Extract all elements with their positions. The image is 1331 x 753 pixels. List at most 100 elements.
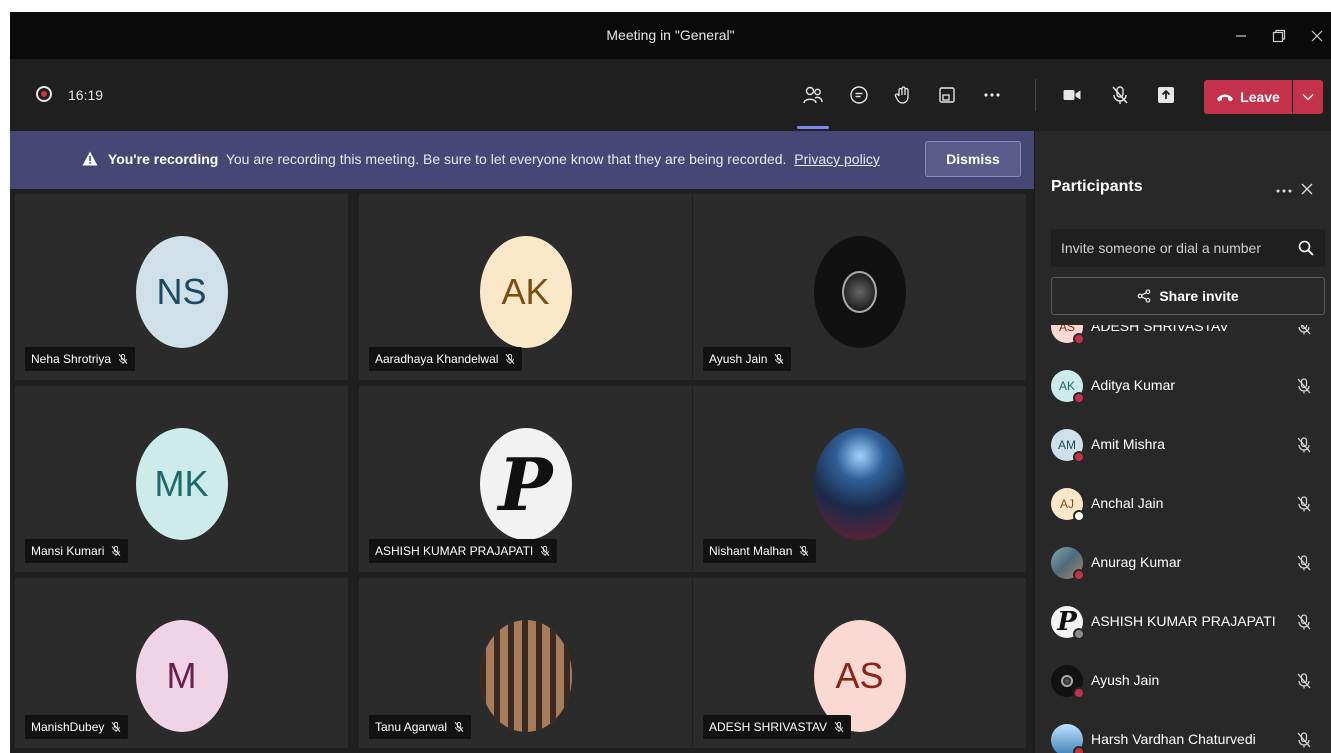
- participant-mic-button[interactable]: [1295, 731, 1313, 749]
- participant-mic-button[interactable]: [1295, 377, 1313, 395]
- video-tile[interactable]: AS ADESH SHRIVASTAV: [693, 578, 1026, 748]
- maximize-button[interactable]: [1261, 12, 1297, 59]
- dismiss-button[interactable]: Dismiss: [925, 141, 1021, 177]
- invite-search-input[interactable]: [1051, 229, 1325, 267]
- participant-avatar: P: [479, 428, 572, 540]
- leave-label: Leave: [1240, 89, 1280, 105]
- teams-meeting-window: Meeting in "General" 16:19 Leave You're …: [10, 12, 1331, 753]
- leave-options-dropdown[interactable]: [1293, 80, 1323, 114]
- participant-list-item[interactable]: AS ADESH SHRIVASTAV: [1035, 325, 1331, 356]
- mic-off-icon: [118, 353, 128, 364]
- letter-p-logo-icon: P: [498, 441, 553, 527]
- video-tile[interactable]: Ayush Jain: [693, 194, 1026, 380]
- mic-off-icon: [1297, 378, 1311, 394]
- participant-name: ADESH SHRIVASTAV: [709, 720, 828, 734]
- participant-list: AS ADESH SHRIVASTAV AK Aditya Kumar AM Amit M…: [1035, 325, 1331, 753]
- participant-mic-button[interactable]: [1295, 325, 1313, 336]
- raise-hand-button[interactable]: [887, 79, 919, 111]
- participant-list-item[interactable]: AJ Anchal Jain: [1035, 474, 1331, 533]
- participant-name: Harsh Vardhan Chaturvedi: [1091, 731, 1256, 747]
- participant-list-item[interactable]: Anurag Kumar: [1035, 533, 1331, 592]
- recording-notice: You're recording You are recording this …: [82, 151, 880, 167]
- video-grid: NS Neha Shrotriya AK Aaradhaya Khandelwal Ay…: [10, 189, 1034, 753]
- participant-name-tag: Ayush Jain: [703, 347, 792, 371]
- mic-off-icon: [1298, 325, 1311, 335]
- close-window-button[interactable]: [1299, 12, 1331, 59]
- panel-more-button[interactable]: [1275, 181, 1295, 197]
- participant-list-item[interactable]: P ASHISH KUMAR PRAJAPATI: [1035, 592, 1331, 651]
- show-conversation-button[interactable]: [843, 79, 875, 111]
- privacy-policy-link[interactable]: Privacy policy: [794, 151, 880, 167]
- night-portrait-image: [813, 428, 906, 540]
- presence-status-icon: [1073, 687, 1085, 699]
- search-icon[interactable]: [1297, 239, 1315, 257]
- mic-toggle-button[interactable]: [1104, 79, 1136, 111]
- mic-off-icon: [1297, 437, 1311, 453]
- window-portrait-image: [479, 620, 572, 732]
- camera-toggle-button[interactable]: [1056, 79, 1088, 111]
- active-tab-indicator: [797, 126, 829, 129]
- participant-mic-button[interactable]: [1295, 554, 1313, 572]
- breakout-rooms-button[interactable]: [931, 79, 963, 111]
- participant-list-item[interactable]: AK Aditya Kumar: [1035, 356, 1331, 415]
- mic-off-icon: [1112, 86, 1128, 104]
- participant-name: Mansi Kumari: [31, 544, 105, 558]
- more-actions-button[interactable]: [976, 79, 1008, 111]
- video-tile[interactable]: P ASHISH KUMAR PRAJAPATI: [359, 386, 692, 572]
- participant-name-tag: ManishDubey: [25, 715, 129, 739]
- participant-name: Nishant Malhan: [709, 544, 793, 558]
- window-title: Meeting in "General": [606, 27, 735, 43]
- participant-list-item[interactable]: Harsh Vardhan Chaturvedi: [1035, 710, 1331, 753]
- participant-mic-button[interactable]: [1295, 495, 1313, 513]
- video-tile[interactable]: Nishant Malhan: [693, 386, 1026, 572]
- presence-status-icon: [1073, 628, 1085, 640]
- show-participants-button[interactable]: [797, 79, 829, 111]
- participant-list-item[interactable]: AM Amit Mishra: [1035, 415, 1331, 474]
- recording-message: You are recording this meeting. Be sure …: [225, 151, 787, 167]
- share-icon: [1137, 289, 1151, 303]
- minimize-button[interactable]: [1223, 12, 1259, 59]
- mic-off-icon: [1297, 555, 1311, 571]
- more-icon: [984, 93, 1000, 97]
- meeting-toolbar: 16:19 Leave: [10, 59, 1331, 131]
- video-tile[interactable]: MK Mansi Kumari: [15, 386, 348, 572]
- participant-mic-button[interactable]: [1295, 613, 1313, 631]
- rooms-icon: [939, 87, 955, 103]
- participant-avatar: MK: [135, 428, 228, 540]
- video-tile[interactable]: AK Aaradhaya Khandelwal: [359, 194, 692, 380]
- chevron-down-icon: [1302, 94, 1314, 101]
- participant-mic-button[interactable]: [1295, 672, 1313, 690]
- share-content-button[interactable]: [1150, 79, 1182, 111]
- participant-name-tag: Mansi Kumari: [25, 539, 129, 563]
- panel-close-button[interactable]: [1299, 181, 1319, 201]
- participant-avatar: [813, 236, 906, 348]
- people-icon: [803, 86, 823, 104]
- video-tile[interactable]: Tanu Agarwal: [359, 578, 692, 748]
- participant-avatar: AK: [479, 236, 572, 348]
- mic-off-icon: [1297, 496, 1311, 512]
- presence-status-icon: [1073, 569, 1085, 581]
- panel-title: Participants: [1051, 178, 1143, 195]
- minimize-icon: [1236, 34, 1246, 37]
- leave-button[interactable]: Leave: [1204, 80, 1292, 114]
- participant-name: ASHISH KUMAR PRAJAPATI: [1091, 613, 1276, 629]
- participant-name: ASHISH KUMAR PRAJAPATI: [375, 544, 534, 558]
- participant-avatar: [813, 428, 906, 540]
- participant-name-tag: Nishant Malhan: [703, 539, 817, 563]
- participant-name: Tanu Agarwal: [375, 720, 448, 734]
- phone-icon: [1217, 94, 1234, 102]
- participant-list-item[interactable]: Ayush Jain: [1035, 651, 1331, 710]
- participant-avatar: [479, 620, 572, 732]
- participant-name: Anchal Jain: [1091, 495, 1164, 511]
- participant-mic-button[interactable]: [1295, 436, 1313, 454]
- video-tile[interactable]: M ManishDubey: [15, 578, 348, 748]
- participant-name: ADESH SHRIVASTAV: [1091, 325, 1229, 334]
- video-tile[interactable]: NS Neha Shrotriya: [15, 194, 348, 380]
- participant-name: Amit Mishra: [1091, 436, 1165, 452]
- presence-status-icon: [1073, 451, 1085, 463]
- participant-name-tag: Tanu Agarwal: [369, 715, 472, 739]
- toolbar-divider: [1035, 79, 1036, 111]
- participants-panel: Participants Share invite ASADESH SHRIVA…: [1034, 131, 1331, 753]
- share-invite-button[interactable]: Share invite: [1051, 277, 1325, 315]
- participant-name-tag: ASHISH KUMAR PRAJAPATI: [369, 539, 558, 563]
